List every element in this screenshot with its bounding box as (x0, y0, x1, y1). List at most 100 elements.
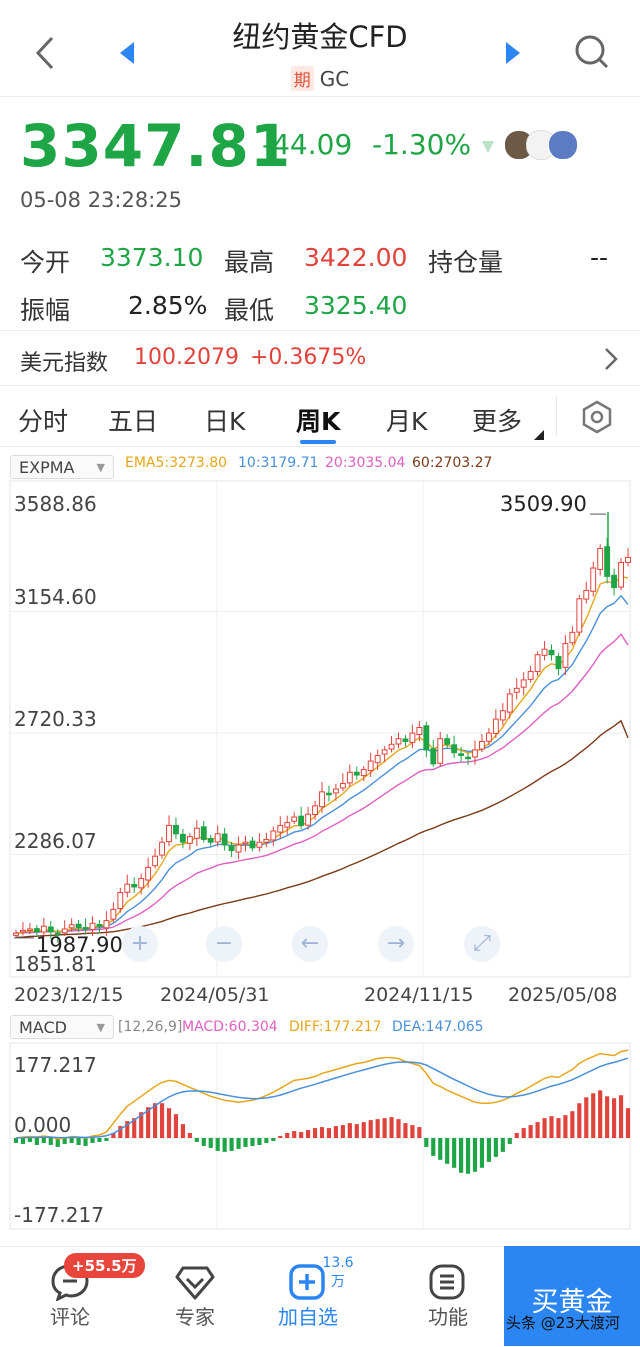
ema60-line (15, 719, 629, 938)
candle-body (214, 833, 221, 843)
low-label: 最低 (224, 296, 275, 325)
scroll-left-button[interactable]: ← (292, 926, 328, 962)
comment-nav[interactable]: +55.5万 评论 (20, 1247, 145, 1347)
candle-body (332, 788, 339, 794)
ema5-line (15, 575, 629, 934)
scroll-right-button[interactable]: → (378, 926, 414, 962)
next-instrument-icon[interactable] (504, 42, 522, 64)
candle-body (576, 598, 583, 633)
candle-body (458, 753, 465, 756)
candle-body (228, 845, 235, 852)
candle-body (235, 844, 242, 853)
x-tick-label: 2024/11/15 (364, 984, 474, 1006)
expert-icon (175, 1266, 215, 1300)
comment-label: 评论 (50, 1305, 90, 1329)
candle-body (618, 561, 624, 588)
fullscreen-button[interactable]: ⤢ (464, 926, 500, 962)
zoom-out-button[interactable]: − (206, 926, 242, 962)
candle-body (590, 567, 597, 592)
low-value: 3325.40 (304, 291, 408, 320)
candle-body (451, 744, 458, 754)
divider (556, 396, 557, 436)
candle-body (353, 771, 360, 776)
zoom-in-button[interactable]: + (122, 926, 158, 962)
candle-body (200, 826, 207, 840)
candle-body (444, 738, 451, 745)
add-watchlist-label: 加自选 (278, 1305, 338, 1329)
candle-body (597, 547, 604, 570)
avatar-group[interactable] (504, 130, 580, 160)
x-tick-label: 2024/05/31 (160, 984, 270, 1006)
candle-body (381, 749, 388, 755)
expert-nav[interactable]: 专家 (145, 1247, 245, 1347)
main-indicator-label: EXPMA (19, 458, 75, 477)
dea-value: DEA:147.065 (392, 1019, 484, 1035)
candle-body (82, 927, 89, 930)
y-tick-label: 3154.60 (14, 585, 97, 609)
amplitude-label: 振幅 (20, 296, 71, 325)
watermark: 头条 @23大渡河 (506, 1314, 620, 1332)
candle-body (291, 816, 298, 822)
watchlist-count: 13.6万 (322, 1255, 354, 1290)
tab-weekly-k[interactable]: 周K (296, 402, 340, 438)
last-price: 3347.81 (20, 112, 292, 180)
expert-label: 专家 (175, 1305, 215, 1329)
add-watchlist-nav[interactable]: 13.6万 加自选 (258, 1247, 358, 1347)
candle-body (534, 654, 541, 673)
amplitude-value: 2.85% (128, 291, 208, 320)
x-tick-label: 2025/05/08 (508, 984, 618, 1006)
high-value: 3422.00 (304, 243, 408, 272)
candle-body (326, 792, 332, 796)
candle-body (179, 833, 186, 843)
divider (0, 446, 640, 447)
tab-monthly-k[interactable]: 月K (386, 402, 427, 438)
menu-icon (429, 1264, 465, 1300)
divider (0, 96, 640, 97)
candle-body (562, 643, 569, 668)
tab-more[interactable]: 更多 (472, 402, 522, 438)
candle-body (40, 925, 47, 933)
dollar-index-change: +0.3675% (250, 345, 367, 370)
candle-body (117, 892, 124, 910)
comment-badge: +55.5万 (64, 1253, 145, 1278)
candle-body (20, 929, 26, 933)
y-tick-label: 0.000 (14, 1113, 72, 1137)
candle-body (569, 631, 576, 644)
candle-body (506, 693, 513, 713)
candle-body (485, 732, 492, 742)
header-bar: 纽约黄金CFD 期 GC (0, 0, 640, 96)
candle-body (138, 878, 145, 889)
candle-body (270, 830, 277, 841)
y-tick-label: 2286.07 (14, 829, 97, 853)
candle-body (124, 883, 131, 893)
tab-five-day[interactable]: 五日 (108, 402, 158, 438)
y-tick-label: 177.217 (14, 1053, 97, 1077)
function-label: 功能 (428, 1305, 468, 1329)
tab-intraday[interactable]: 分时 (18, 402, 68, 438)
function-nav[interactable]: 功能 (398, 1247, 498, 1347)
settings-icon[interactable] (580, 400, 614, 434)
ema10-legend: 10:3179.71 (238, 455, 319, 471)
macd-params: [12,26,9] (118, 1019, 183, 1035)
candle-body (527, 671, 534, 680)
open-interest-label: 持仓量 (428, 248, 504, 277)
price-change: -44.09 (262, 128, 353, 161)
dollar-index-row[interactable]: 美元指数 100.2079 +0.3675% (0, 331, 640, 385)
sub-indicator-select[interactable]: MACD ▼ (10, 1015, 114, 1039)
chevron-right-icon (605, 348, 618, 370)
dollar-index-value: 100.2079 (134, 345, 239, 370)
candle-body (193, 827, 200, 839)
corner-triangle-icon (534, 430, 544, 440)
main-indicator-select[interactable]: EXPMA ▼ (10, 455, 114, 479)
tab-daily-k[interactable]: 日K (204, 402, 245, 438)
search-icon[interactable] (574, 34, 610, 70)
candle-body (360, 768, 367, 777)
max-price-label: 3509.90 (500, 492, 587, 516)
candle-body (305, 813, 312, 826)
candle-body (89, 922, 96, 931)
candle-body (75, 923, 82, 929)
chart-frame (9, 480, 631, 978)
dropdown-caret-icon: ▼ (96, 1021, 105, 1034)
candle-body (96, 923, 103, 927)
candle-body (395, 738, 402, 745)
